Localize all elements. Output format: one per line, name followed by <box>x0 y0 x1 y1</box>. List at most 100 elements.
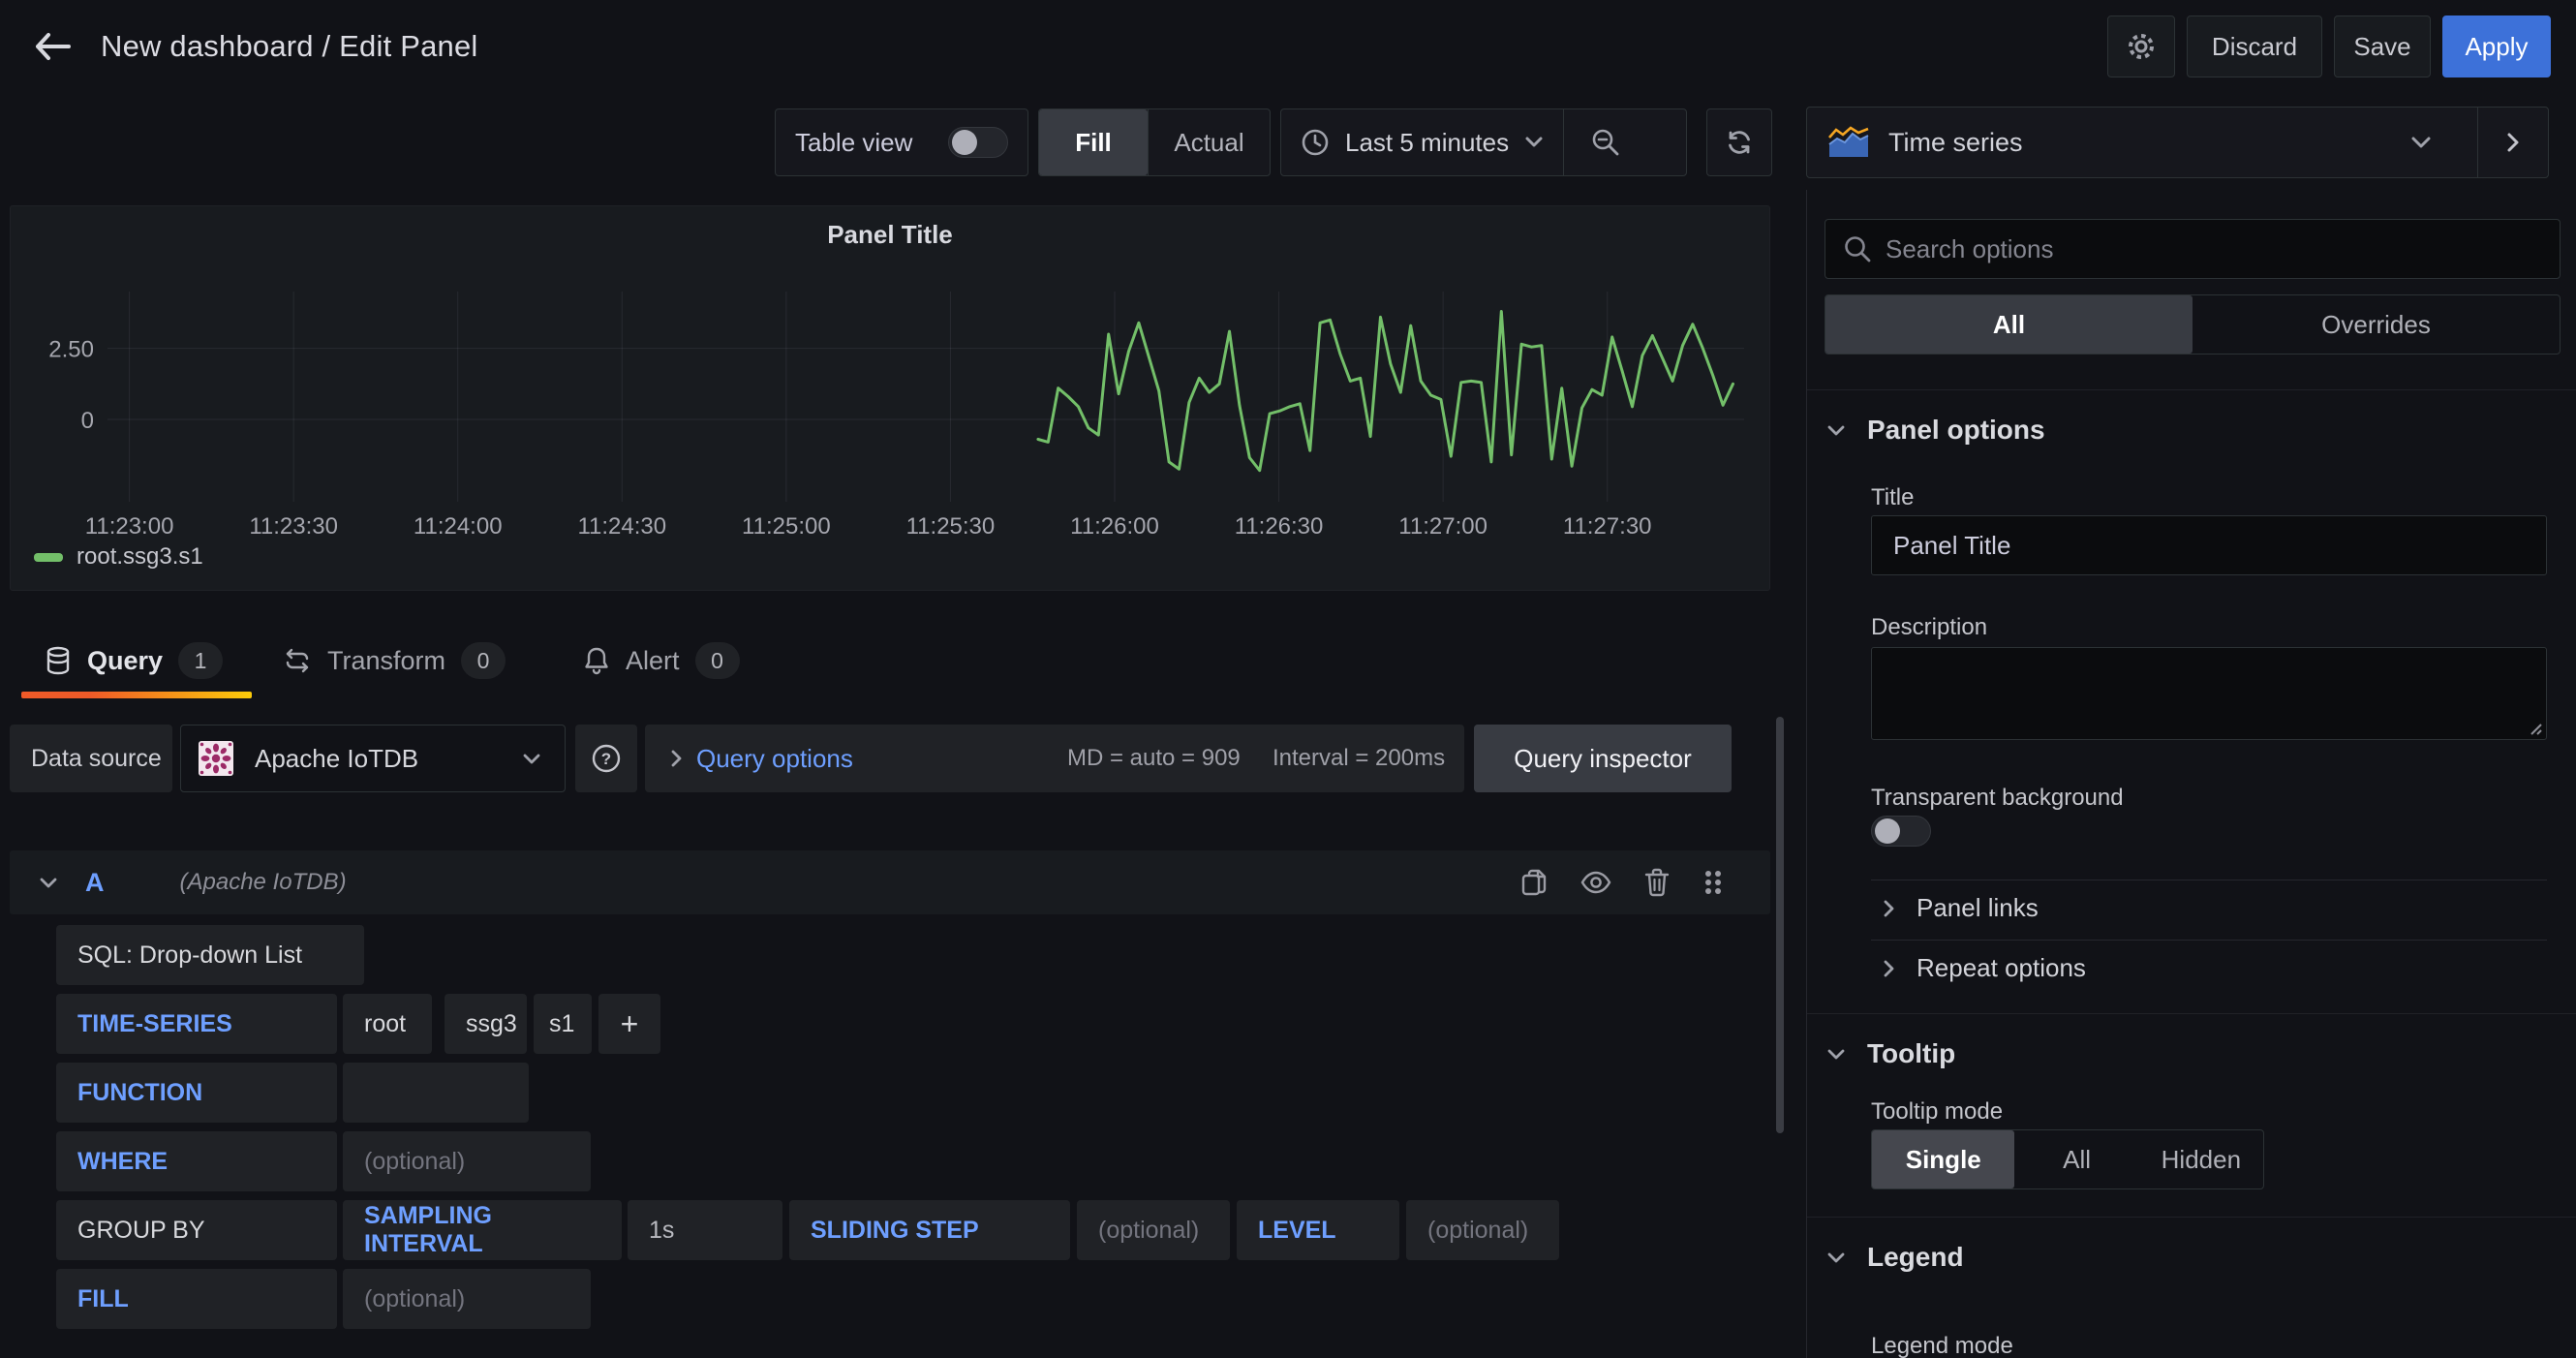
search-options-input[interactable]: Search options <box>1825 219 2561 279</box>
chevron-down-icon <box>1826 424 1846 437</box>
add-time-series-button[interactable]: + <box>598 994 660 1054</box>
datasource-help-button[interactable]: ? <box>575 725 637 792</box>
toggle-knob <box>952 130 977 155</box>
interval-stat: Interval = 200ms <box>1273 745 1445 772</box>
apply-button[interactable]: Apply <box>2442 15 2551 77</box>
chevron-down-icon <box>2410 136 2432 149</box>
tab-query-label: Query <box>87 646 163 676</box>
tab-all[interactable]: All <box>1825 295 2193 354</box>
svg-text:2.50: 2.50 <box>48 337 94 363</box>
tab-overrides[interactable]: Overrides <box>2193 295 2560 354</box>
tab-alert-count: 0 <box>695 642 740 679</box>
panel-options-section-header[interactable]: Panel options <box>1826 415 2045 446</box>
options-tabs: All Overrides <box>1825 294 2561 355</box>
level-input[interactable]: (optional) <box>1406 1200 1559 1260</box>
svg-text:11:24:00: 11:24:00 <box>414 513 503 540</box>
transform-icon <box>283 646 312 675</box>
copy-icon <box>1520 868 1548 897</box>
sql-mode-dropdown[interactable]: SQL: Drop-down List <box>56 925 364 985</box>
sampling-interval-input[interactable]: 1s <box>628 1200 782 1260</box>
refresh-button[interactable] <box>1706 108 1772 176</box>
grip-dots-icon <box>1702 868 1724 897</box>
drag-handle[interactable] <box>1702 868 1724 897</box>
fill-option[interactable]: Fill <box>1039 109 1148 175</box>
svg-text:11:23:00: 11:23:00 <box>85 513 174 540</box>
gear-icon <box>2125 30 2158 63</box>
sliding-step-label[interactable]: SLIDING STEP <box>789 1200 1070 1260</box>
save-button[interactable]: Save <box>2334 15 2431 77</box>
datasource-value: Apache IoTDB <box>255 744 418 774</box>
back-button[interactable] <box>25 23 79 70</box>
tooltip-mode-single[interactable]: Single <box>1872 1130 2014 1188</box>
chevron-right-icon <box>1883 899 1895 918</box>
datasource-label: Data source <box>10 725 172 792</box>
sliding-step-input[interactable]: (optional) <box>1077 1200 1230 1260</box>
tab-transform-count: 0 <box>461 642 506 679</box>
tooltip-mode-label: Tooltip mode <box>1871 1098 2003 1126</box>
tab-transform[interactable]: Transform 0 <box>283 628 506 694</box>
arrow-left-icon <box>33 31 72 62</box>
query-row-header[interactable]: A (Apache IoTDB) <box>10 850 1770 914</box>
tab-query[interactable]: Query 1 <box>45 628 223 694</box>
where-input[interactable]: (optional) <box>343 1131 591 1191</box>
chevron-down-icon <box>1524 136 1544 149</box>
legend-color-swatch <box>34 553 63 562</box>
svg-text:11:26:00: 11:26:00 <box>1070 513 1159 540</box>
panel-links-section-header[interactable]: Panel links <box>1883 893 2039 923</box>
resize-handle-icon[interactable] <box>2527 720 2542 735</box>
actual-option[interactable]: Actual <box>1149 109 1270 175</box>
time-series-value-root[interactable]: root <box>343 994 432 1054</box>
tooltip-mode-all[interactable]: All <box>2014 1130 2138 1188</box>
chevron-down-icon <box>1826 1048 1846 1061</box>
table-view-toggle[interactable] <box>948 127 1008 158</box>
svg-text:11:24:30: 11:24:30 <box>577 513 666 540</box>
time-series-label[interactable]: TIME-SERIES <box>56 994 337 1054</box>
legend-section-header[interactable]: Legend <box>1826 1242 1964 1273</box>
description-field-textarea[interactable] <box>1871 647 2547 740</box>
tooltip-mode-hidden[interactable]: Hidden <box>2139 1130 2263 1188</box>
description-field-label: Description <box>1871 614 1987 641</box>
time-series-value-s1[interactable]: s1 <box>534 994 592 1054</box>
svg-text:11:26:30: 11:26:30 <box>1235 513 1324 540</box>
time-range-button[interactable]: Last 5 minutes <box>1281 109 1563 175</box>
zoom-out-button[interactable] <box>1564 109 1647 175</box>
level-label[interactable]: LEVEL <box>1237 1200 1399 1260</box>
function-input[interactable] <box>343 1063 529 1123</box>
viz-picker-label: Time series <box>1888 128 2023 158</box>
tab-query-count: 1 <box>178 642 223 679</box>
panel-settings-button[interactable] <box>2107 15 2175 77</box>
discard-button[interactable]: Discard <box>2187 15 2322 77</box>
collapse-options-pane-button[interactable] <box>2478 108 2548 177</box>
tooltip-section-header[interactable]: Tooltip <box>1826 1038 1955 1069</box>
query-options-toggle[interactable]: Query options <box>696 744 853 774</box>
query-inspector-button[interactable]: Query inspector <box>1474 725 1732 792</box>
time-series-value-ssg3[interactable]: ssg3 <box>445 994 527 1054</box>
help-icon: ? <box>590 742 623 775</box>
svg-text:?: ? <box>601 750 611 768</box>
where-label[interactable]: WHERE <box>56 1131 337 1191</box>
duplicate-query-button[interactable] <box>1520 868 1548 897</box>
sampling-interval-label[interactable]: SAMPLING INTERVAL <box>343 1200 622 1260</box>
svg-text:11:27:00: 11:27:00 <box>1398 513 1487 540</box>
delete-query-button[interactable] <box>1644 868 1670 897</box>
time-picker: Last 5 minutes <box>1280 108 1687 176</box>
toggle-knob <box>1875 818 1900 844</box>
tab-alert[interactable]: Alert 0 <box>583 628 740 694</box>
title-field-input[interactable]: Panel Title <box>1871 515 2547 575</box>
datasource-select[interactable]: Apache IoTDB <box>180 725 566 792</box>
divider <box>1871 940 2547 941</box>
magnifier-minus-icon <box>1590 127 1621 158</box>
hide-query-button[interactable] <box>1580 871 1611 894</box>
svg-text:11:27:30: 11:27:30 <box>1563 513 1652 540</box>
fill-input[interactable]: (optional) <box>343 1269 591 1329</box>
time-range-label: Last 5 minutes <box>1345 128 1509 158</box>
function-label[interactable]: FUNCTION <box>56 1063 337 1123</box>
query-scrollbar[interactable] <box>1776 717 1784 1133</box>
fill-label[interactable]: FILL <box>56 1269 337 1329</box>
transparent-background-toggle[interactable] <box>1871 816 1931 847</box>
repeat-options-section-header[interactable]: Repeat options <box>1883 953 2086 983</box>
visualization-picker[interactable]: Time series <box>1806 107 2549 178</box>
legend-item[interactable]: root.ssg3.s1 <box>34 543 203 571</box>
chevron-down-icon <box>522 753 541 765</box>
legend-mode-label: Legend mode <box>1871 1333 2013 1358</box>
